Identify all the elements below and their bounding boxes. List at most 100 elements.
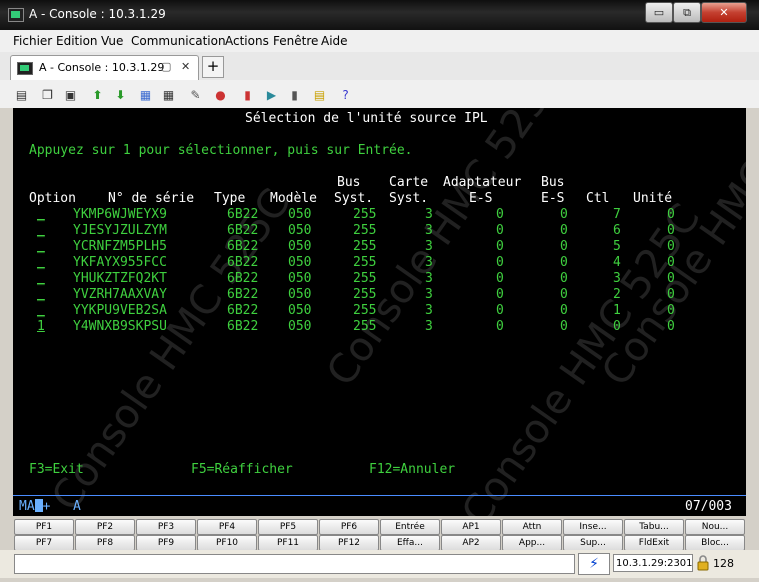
row-model: 050 <box>288 223 312 238</box>
close-button[interactable]: ✕ <box>701 2 747 23</box>
new-tab-button[interactable]: + <box>202 56 224 78</box>
pf-key-ap2[interactable]: AP2 <box>441 535 501 551</box>
terminal-screen[interactable]: Console HMC 525C Console HMC 525C Consol… <box>13 108 746 516</box>
row-serial: YYKPU9VEB2SA <box>73 303 167 318</box>
code-page: 128 <box>713 557 734 570</box>
row-type: 6B22 <box>227 271 259 286</box>
row-carte: 3 <box>425 239 433 254</box>
row-option[interactable]: _ <box>37 207 45 222</box>
pf-key-pf11[interactable]: PF11 <box>258 535 318 551</box>
row-carte: 3 <box>425 255 433 270</box>
paste-icon[interactable]: ▣ <box>63 88 78 103</box>
receive-file-icon[interactable]: ⬇ <box>113 88 128 103</box>
pf-key-ap1[interactable]: AP1 <box>441 519 501 535</box>
keypad-icon[interactable]: ▦ <box>161 88 176 103</box>
send-file-icon[interactable]: ⬆ <box>90 88 105 103</box>
row-unit: 0 <box>667 255 675 270</box>
tab-console[interactable]: A - Console : 10.3.1.29 ▢ ✕ <box>10 55 199 80</box>
tab-label: A - Console : 10.3.1.29 <box>39 61 165 74</box>
row-serial: YJESYJZULZYM <box>73 223 167 238</box>
pf-key-pf7[interactable]: PF7 <box>14 535 74 551</box>
menu-communication[interactable]: Communication <box>131 34 226 48</box>
row-type: 6B22 <box>227 255 259 270</box>
row-bus: 255 <box>353 319 377 334</box>
header-ctl: Ctl <box>586 191 610 206</box>
row-ctl: 7 <box>613 207 621 222</box>
tab-restore-icon[interactable]: ▢ <box>161 60 171 73</box>
pf-key-effa[interactable]: Effa... <box>380 535 440 551</box>
record-macro-icon[interactable]: ✎ <box>188 88 203 103</box>
pf-key-inse[interactable]: Inse... <box>563 519 623 535</box>
row-option[interactable]: _ <box>37 255 45 270</box>
macro-play-icon[interactable]: ▦ <box>138 88 153 103</box>
console-window: A - Console : 10.3.1.29 ▭ ⧉ ✕ Fichier Ed… <box>0 0 759 582</box>
row-bus2: 0 <box>560 287 568 302</box>
f5-refresh-key[interactable]: F5=Réafficher <box>191 462 293 477</box>
header-bus-syst: Syst. <box>334 191 374 206</box>
row-option[interactable]: _ <box>37 271 45 286</box>
row-bus2: 0 <box>560 255 568 270</box>
row-ctl: 6 <box>613 223 621 238</box>
terminal-tab-icon <box>17 62 33 75</box>
pf-key-pf5[interactable]: PF5 <box>258 519 318 535</box>
header-modele: Modèle <box>270 191 317 206</box>
connect-icon[interactable]: ▶ <box>264 88 279 103</box>
f3-exit-key[interactable]: F3=Exit <box>29 462 84 477</box>
pf-key-sup[interactable]: Sup... <box>563 535 623 551</box>
row-option[interactable]: 1 <box>37 319 45 334</box>
stop-icon[interactable]: ● <box>213 88 228 103</box>
row-option[interactable]: _ <box>37 287 45 302</box>
row-bus2: 0 <box>560 223 568 238</box>
menu-fenetre[interactable]: Fenêtre <box>273 34 318 48</box>
row-option[interactable]: _ <box>37 303 45 318</box>
menu-edition[interactable]: Edition <box>56 34 98 48</box>
disconnect-icon[interactable]: ▮ <box>240 88 255 103</box>
pf-key-pf10[interactable]: PF10 <box>197 535 257 551</box>
row-bus: 255 <box>353 303 377 318</box>
pf-key-entre[interactable]: Entrée <box>380 519 440 535</box>
menu-actions[interactable]: Actions <box>225 34 269 48</box>
row-ctl: 4 <box>613 255 621 270</box>
pf-key-pf8[interactable]: PF8 <box>75 535 135 551</box>
pf-key-pf12[interactable]: PF12 <box>319 535 379 551</box>
menu-vue[interactable]: Vue <box>101 34 123 48</box>
menu-fichier[interactable]: Fichier <box>13 34 52 48</box>
pf-key-pf6[interactable]: PF6 <box>319 519 379 535</box>
row-adapt: 0 <box>496 271 504 286</box>
row-adapt: 0 <box>496 255 504 270</box>
status-mode: A <box>73 499 81 514</box>
pf-key-pf1[interactable]: PF1 <box>14 519 74 535</box>
row-bus2: 0 <box>560 207 568 222</box>
command-input[interactable] <box>14 554 575 574</box>
menu-aide[interactable]: Aide <box>321 34 348 48</box>
pf-key-pf9[interactable]: PF9 <box>136 535 196 551</box>
row-unit: 0 <box>667 239 675 254</box>
copy-icon[interactable]: ❐ <box>40 88 55 103</box>
pf-key-fldexit[interactable]: FldExit <box>624 535 684 551</box>
help-icon[interactable]: ? <box>338 88 353 103</box>
pf-key-attn[interactable]: Attn <box>502 519 562 535</box>
transfer-icon[interactable]: ▮ <box>287 88 302 103</box>
maximize-button[interactable]: ⧉ <box>673 2 701 23</box>
pf-key-bloc[interactable]: Bloc... <box>685 535 745 551</box>
row-unit: 0 <box>667 319 675 334</box>
row-carte: 3 <box>425 207 433 222</box>
row-option[interactable]: _ <box>37 239 45 254</box>
row-carte: 3 <box>425 223 433 238</box>
f12-cancel-key[interactable]: F12=Annuler <box>369 462 455 477</box>
row-unit: 0 <box>667 303 675 318</box>
tab-close-icon[interactable]: ✕ <box>181 60 190 73</box>
pf-key-nou[interactable]: Nou... <box>685 519 745 535</box>
notes-icon[interactable]: ▤ <box>312 88 327 103</box>
pf-key-pf2[interactable]: PF2 <box>75 519 135 535</box>
pf-key-tabu[interactable]: Tabu... <box>624 519 684 535</box>
row-option[interactable]: _ <box>37 223 45 238</box>
print-screen-icon[interactable]: ▤ <box>14 88 29 103</box>
pf-key-pf4[interactable]: PF4 <box>197 519 257 535</box>
header-carte-syst: Syst. <box>389 191 429 206</box>
lock-icon <box>697 555 709 571</box>
pf-key-pf3[interactable]: PF3 <box>136 519 196 535</box>
title-bar: A - Console : 10.3.1.29 ▭ ⧉ ✕ <box>0 0 759 30</box>
minimize-button[interactable]: ▭ <box>645 2 673 23</box>
pf-key-app[interactable]: App... <box>502 535 562 551</box>
